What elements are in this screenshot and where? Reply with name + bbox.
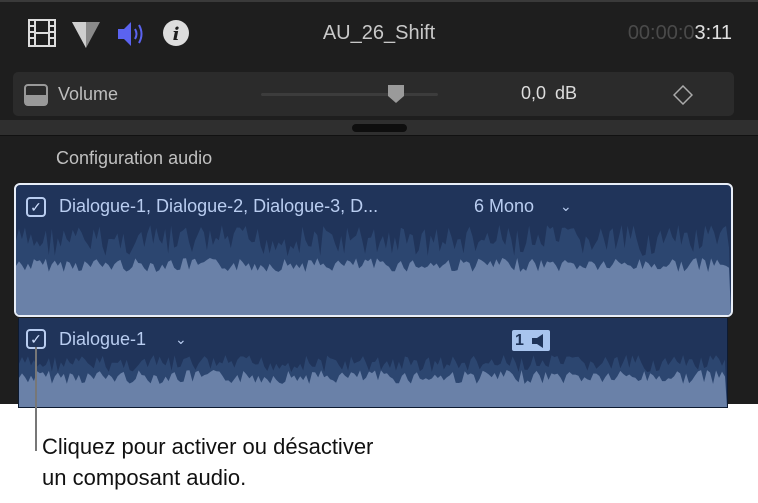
volume-icon [24, 84, 48, 111]
volume-label: Volume [58, 84, 119, 104]
volume-slider[interactable] [261, 93, 438, 96]
section-title: Configuration audio [56, 148, 213, 168]
volume-value[interactable]: 0,0 dB [521, 83, 577, 104]
waveform [19, 355, 727, 407]
timecode-bright: 3:11 [694, 22, 732, 44]
callout-line [35, 347, 37, 451]
component-checkbox[interactable]: ✓ [26, 329, 46, 349]
timecode: 00:00:03:11 [628, 22, 732, 45]
panel-divider[interactable] [0, 120, 758, 136]
volume-slider-knob[interactable] [387, 84, 405, 109]
inspector-toolbar: i AU_26_Shift 00:00:03:11 [0, 2, 758, 64]
keyframe-icon[interactable] [672, 84, 694, 110]
timecode-dim: 00:00:0 [627, 22, 695, 44]
component-checkbox[interactable]: ✓ [26, 197, 46, 217]
chevron-down-icon[interactable]: ⌄ [175, 331, 187, 348]
audio-inspector: i AU_26_Shift 00:00:03:11 Volume 0,0 dB … [0, 0, 758, 408]
resize-handle[interactable] [352, 124, 407, 132]
audio-component-clip[interactable]: ✓ Dialogue-1, Dialogue-2, Dialogue-3, D.… [14, 183, 733, 317]
channel-badge: 1 [512, 330, 550, 351]
waveform [16, 225, 731, 315]
component-label: Dialogue-1, Dialogue-2, Dialogue-3, D... [59, 196, 379, 216]
channel-number: 1 [515, 332, 524, 349]
callout-text: Cliquez pour activer ou désactiver un co… [42, 431, 373, 493]
speaker-icon [532, 334, 543, 348]
callout-line-1: Cliquez pour activer ou désactiver [42, 434, 374, 459]
audio-component-clip[interactable]: ✓ Dialogue-1 ⌄ 1 [18, 318, 728, 408]
channel-config-dropdown[interactable]: 6 Mono [474, 196, 534, 217]
chevron-down-icon[interactable]: ⌄ [560, 198, 572, 215]
component-label: Dialogue-1 [59, 329, 147, 349]
callout-line-2: un composant audio. [42, 465, 247, 490]
volume-row: Volume 0,0 dB [13, 72, 734, 116]
